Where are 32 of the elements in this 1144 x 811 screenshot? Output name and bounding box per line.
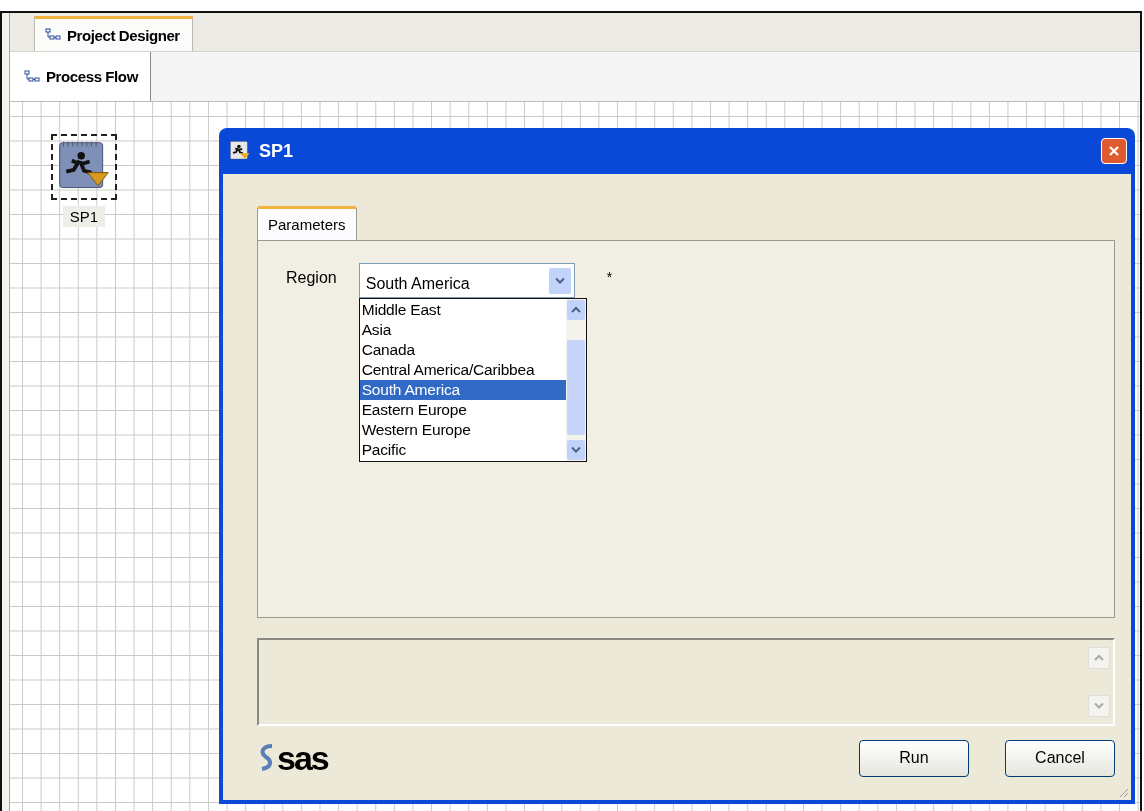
region-option[interactable]: Middle East	[359, 300, 566, 320]
chevron-down-icon	[1094, 702, 1104, 710]
stored-process-node[interactable]	[51, 134, 117, 200]
region-label: Region	[286, 268, 337, 287]
resize-grip-icon[interactable]	[1117, 786, 1129, 798]
region-option[interactable]: South America	[359, 380, 566, 400]
logo-text: sas	[277, 738, 328, 778]
flow-icon	[24, 69, 40, 84]
region-option[interactable]: Central America/Caribbea	[359, 360, 566, 380]
chevron-down-icon	[570, 446, 581, 454]
project-designer-tab[interactable]: Project Designer	[34, 16, 193, 51]
node-label: SP1	[62, 206, 106, 227]
scrollbar[interactable]	[565, 299, 586, 461]
close-icon	[1108, 145, 1120, 157]
chevron-down-icon	[554, 276, 565, 285]
close-button[interactable]	[1101, 138, 1127, 164]
region-option[interactable]: Eastern Europe	[359, 400, 566, 420]
flow-icon	[45, 28, 61, 42]
region-dropdown[interactable]: South America	[358, 263, 575, 298]
process-flow-tab[interactable]: Process Flow	[10, 52, 151, 101]
parameters-tab[interactable]: Parameters	[257, 206, 357, 240]
chevron-up-icon	[1094, 654, 1104, 662]
required-mark: *	[606, 268, 613, 285]
region-option[interactable]: Asia	[359, 320, 566, 340]
chevron-up-icon	[570, 306, 581, 314]
runner-notepad-icon	[229, 140, 251, 162]
dialog-title: SP1	[259, 140, 294, 162]
region-option[interactable]: Western Europe	[359, 420, 566, 440]
dialog-button[interactable]: Cancel	[1005, 739, 1115, 777]
dialog-button[interactable]: Run	[859, 739, 969, 777]
region-option[interactable]: Canada	[359, 340, 566, 360]
region-option[interactable]: Pacific	[359, 440, 566, 460]
